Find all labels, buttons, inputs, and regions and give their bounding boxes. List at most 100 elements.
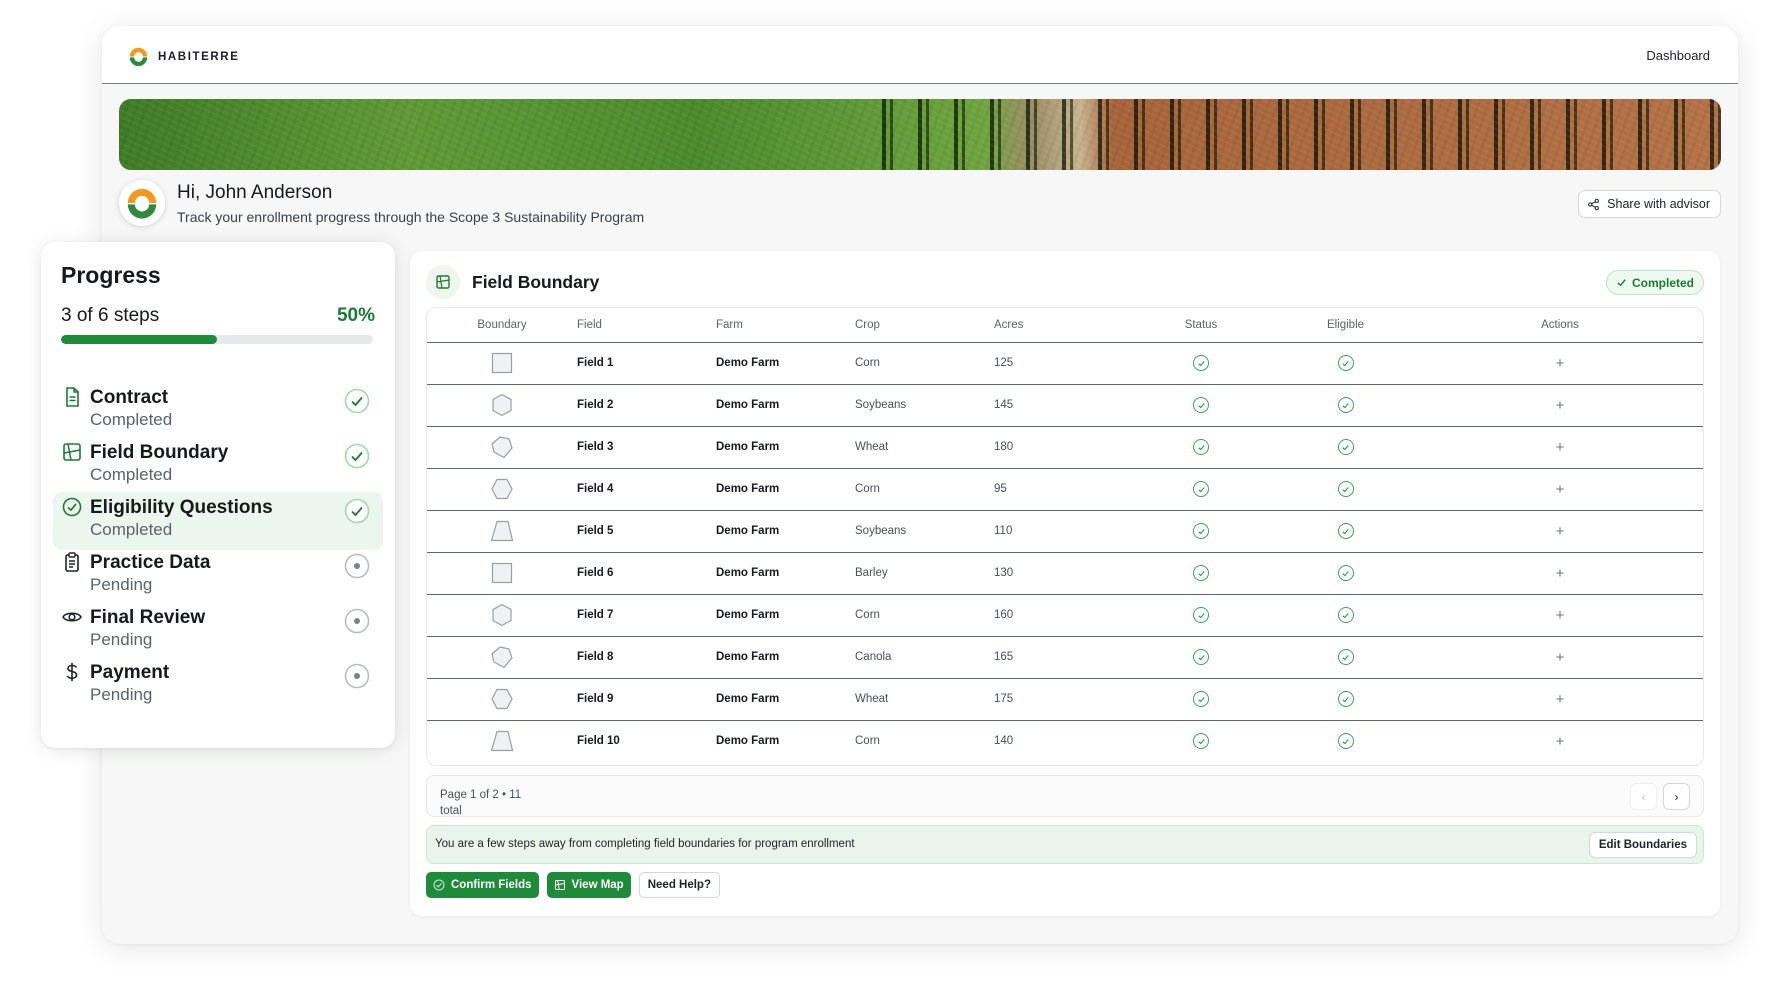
table-row[interactable]: Field 6 Demo Farm Barley 130 + [427,552,1703,595]
add-action-icon[interactable]: + [1556,439,1565,456]
add-action-icon[interactable]: + [1556,691,1565,708]
step-pending-icon [344,663,370,689]
table-row[interactable]: Field 9 Demo Farm Wheat 175 + [427,678,1703,721]
step-contract[interactable]: Contract Completed [53,382,383,440]
col-actions[interactable]: Actions [1415,308,1703,343]
check-circle-icon [62,497,82,517]
add-action-icon[interactable]: + [1556,565,1565,582]
status-check-icon [1337,607,1354,623]
table-row[interactable]: Field 2 Demo Farm Soybeans 145 + [427,384,1703,427]
check-circle-icon [433,879,445,891]
cell-farm: Demo Farm [716,552,855,595]
table-row[interactable]: Field 4 Demo Farm Corn 95 + [427,468,1703,511]
cell-crop: Barley [855,552,994,595]
field-boundary-panel: Field Boundary Completed Boundary Field … [410,251,1720,916]
add-action-icon[interactable]: + [1556,481,1565,498]
boundary-shape-icon [491,352,513,374]
confirm-fields-label: Confirm Fields [451,879,532,891]
cell-acres: 95 [994,468,1126,511]
nav-dashboard-link[interactable]: Dashboard [1646,48,1710,63]
map-icon [63,443,81,461]
habiterre-logo [129,47,148,67]
progress-card: Progress 3 of 6 steps 50% Contract Comple… [41,242,395,748]
cell-acres: 165 [994,636,1126,679]
step-status: Completed [90,465,173,484]
table-row[interactable]: Field 3 Demo Farm Wheat 180 + [427,426,1703,469]
cell-field: Field 2 [577,384,716,427]
prev-page-button[interactable]: ‹ [1630,783,1657,810]
boundary-shape-icon [491,562,513,584]
cell-crop: Corn [855,468,994,511]
col-eligible[interactable]: Eligible [1276,308,1415,343]
cell-status [1126,384,1276,427]
col-status[interactable]: Status [1126,308,1276,343]
table-row[interactable]: Field 8 Demo Farm Canola 165 + [427,636,1703,679]
view-map-button[interactable]: View Map [546,872,631,898]
step-payment[interactable]: Payment Pending [53,657,383,715]
enrollment-notice: You are a few steps away from completing… [426,825,1704,864]
step-title: Practice Data [90,552,211,573]
greeting-title: Hi, John Anderson [177,182,333,203]
clipboard-icon [65,552,79,572]
cell-acres: 145 [994,384,1126,427]
status-check-icon [1193,355,1209,371]
cell-status [1126,552,1276,595]
cell-crop: Corn [855,735,880,748]
next-page-button[interactable]: › [1663,783,1690,810]
table-row[interactable]: Field 7 Demo Farm Corn 160 + [427,594,1703,637]
add-action-icon[interactable]: + [1556,649,1565,666]
cell-actions: + [1415,426,1703,469]
status-check-icon [1337,481,1354,497]
add-action-icon[interactable]: + [1556,397,1565,414]
boundary-shape-icon [491,646,513,669]
table-row[interactable]: Field 5 Demo Farm Soybeans 110 + [427,510,1703,553]
confirm-fields-button[interactable]: Confirm Fields [426,872,539,898]
cell-field: Field 1 [577,342,716,385]
col-farm[interactable]: Farm [716,308,855,343]
cell-status [1126,678,1276,721]
cell-actions: + [1415,342,1703,385]
cell-acres: 110 [994,510,1126,553]
greeting: Hi, John Anderson Track your enrollment … [119,180,644,226]
status-check-icon [1193,649,1209,665]
step-title: Field Boundary [90,442,229,463]
progress-bar [61,335,373,344]
col-boundary[interactable]: Boundary [427,308,577,343]
cell-eligible [1276,636,1415,679]
brand[interactable]: HABITERRE [128,46,240,67]
need-help-button[interactable]: Need Help? [638,872,720,898]
table-row[interactable]: Field 1 Demo Farm Corn 125 + [427,342,1703,385]
add-action-icon[interactable]: + [1556,523,1565,540]
pagination: Page 1 of 2 • 11 total ‹ › [426,775,1704,817]
step-eligibility-questions[interactable]: Eligibility Questions Completed [53,492,383,550]
add-action-icon[interactable]: + [1556,607,1565,624]
cell-crop: Corn [855,594,994,637]
badge-label: Completed [1631,275,1694,290]
cell-farm: Demo Farm [716,384,855,427]
col-acres[interactable]: Acres [994,308,1126,343]
boundary-shape-icon [490,520,514,542]
cell-eligible [1276,468,1415,511]
dollar-icon [66,663,78,681]
step-final-review[interactable]: Final Review Pending [53,602,383,660]
cell-eligible [1276,384,1415,427]
add-action-icon[interactable]: + [1556,355,1565,372]
cell-field: Field 4 [577,468,716,511]
cell-actions: + [1415,384,1703,427]
map-icon [426,265,460,299]
step-field-boundary[interactable]: Field Boundary Completed [53,437,383,495]
cell-field: Field 8 [577,636,716,679]
boundary-shape-icon [490,731,514,752]
edit-boundaries-button[interactable]: Edit Boundaries [1588,832,1697,858]
status-check-icon [1337,565,1354,581]
add-action-icon[interactable]: + [1556,733,1565,750]
col-field[interactable]: Field [577,308,716,343]
status-check-icon [1337,355,1354,371]
col-crop[interactable]: Crop [855,308,994,343]
step-pending-icon [344,553,370,579]
step-practice-data[interactable]: Practice Data Pending [53,547,383,605]
cell-farm: Demo Farm [716,342,855,385]
table-row[interactable]: Field 10 Demo Farm Corn 140 + [427,720,1703,762]
cell-field: Field 7 [577,594,716,637]
share-with-advisor-button[interactable]: Share with advisor [1578,190,1721,218]
